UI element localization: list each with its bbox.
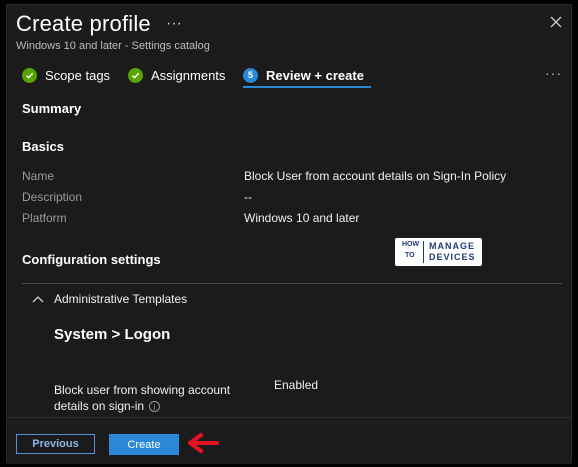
howtomanagedevices-logo: HOW TO MANAGE DEVICES bbox=[395, 238, 482, 266]
create-profile-panel: Create profile ··· Windows 10 and later … bbox=[6, 4, 572, 464]
step-label: Review + create bbox=[266, 67, 364, 83]
platform-value: Windows 10 and later bbox=[244, 211, 360, 225]
checkmark-icon bbox=[22, 67, 37, 83]
name-value: Block User from account details on Sign-… bbox=[244, 169, 507, 183]
title-more-menu[interactable]: ··· bbox=[166, 15, 182, 33]
annotation-arrow-icon bbox=[185, 431, 221, 460]
info-icon[interactable]: i bbox=[149, 401, 161, 413]
platform-label: Platform bbox=[22, 211, 67, 225]
summary-heading: Summary bbox=[22, 101, 82, 116]
wizard-steps: Scope tags Assignments 5 Review + create… bbox=[22, 62, 562, 92]
name-label: Name bbox=[22, 169, 55, 183]
setting-value: Enabled bbox=[274, 378, 319, 392]
step-number-badge: 5 bbox=[243, 67, 258, 83]
basics-heading: Basics bbox=[22, 139, 64, 154]
step-label: Assignments bbox=[151, 67, 226, 83]
create-button[interactable]: Create bbox=[109, 434, 179, 455]
active-step-underline bbox=[243, 86, 371, 88]
page-subtitle: Windows 10 and later - Settings catalog bbox=[16, 40, 210, 52]
step-label: Scope tags bbox=[45, 67, 111, 83]
description-label: Description bbox=[22, 190, 83, 204]
close-icon[interactable] bbox=[547, 13, 565, 31]
page-title: Create profile bbox=[16, 11, 151, 36]
step-review-create[interactable]: 5 Review + create bbox=[243, 62, 364, 88]
review-content[interactable]: Summary Basics Name Block User from acco… bbox=[7, 93, 571, 417]
setting-group-title: System > Logon bbox=[54, 326, 171, 343]
chevron-up-icon bbox=[32, 296, 44, 303]
checkmark-icon bbox=[128, 67, 143, 83]
step-scope-tags[interactable]: Scope tags bbox=[22, 62, 110, 88]
footer-bar: Previous Create bbox=[7, 417, 571, 464]
description-value: -- bbox=[244, 190, 252, 204]
setting-name: Block user from showing account details … bbox=[54, 383, 231, 413]
section-divider bbox=[22, 283, 562, 284]
steps-more-menu[interactable]: ··· bbox=[545, 65, 562, 81]
category-toggle[interactable]: Administrative Templates bbox=[32, 292, 187, 306]
step-assignments[interactable]: Assignments bbox=[128, 62, 225, 88]
configuration-settings-heading: Configuration settings bbox=[22, 252, 161, 267]
previous-button[interactable]: Previous bbox=[16, 434, 95, 454]
category-label: Administrative Templates bbox=[54, 292, 188, 306]
